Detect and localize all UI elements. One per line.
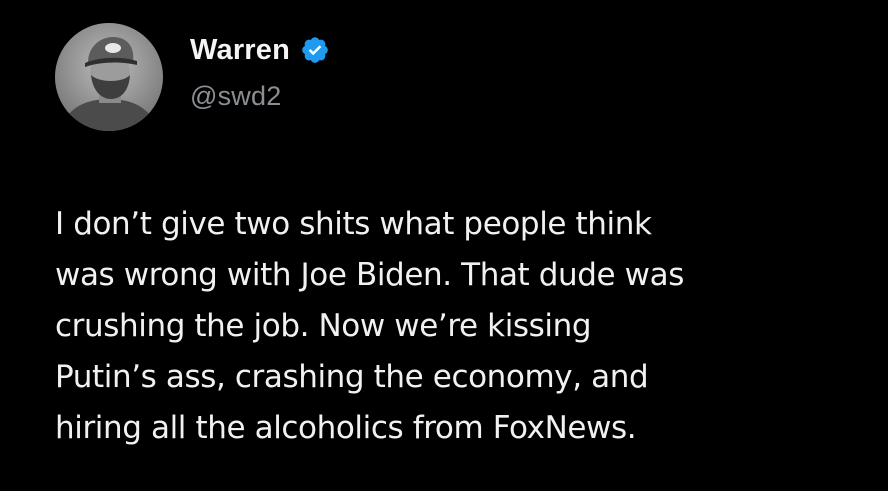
tweet-card: Warren @swd2 I don’t give two shits what…	[0, 0, 888, 491]
avatar-photo	[55, 23, 163, 131]
avatar[interactable]	[55, 23, 163, 131]
tweet-text-line: hiring all the alcoholics from FoxNews.	[55, 410, 637, 446]
tweet-text-line: I don’t give two shits what people think	[55, 206, 652, 242]
author-handle[interactable]: @swd2	[190, 81, 281, 112]
tweet-text-line: was wrong with Joe Biden. That dude was	[55, 257, 684, 293]
tweet-text-line: Putin’s ass, crashing the economy, and	[55, 359, 649, 395]
display-name[interactable]: Warren	[190, 34, 290, 67]
verified-badge-icon	[300, 35, 330, 65]
author-name-row: Warren	[190, 30, 330, 70]
tweet-text: I don’t give two shits what people think…	[55, 199, 875, 454]
tweet-text-line: crushing the job. Now we’re kissing	[55, 308, 592, 344]
